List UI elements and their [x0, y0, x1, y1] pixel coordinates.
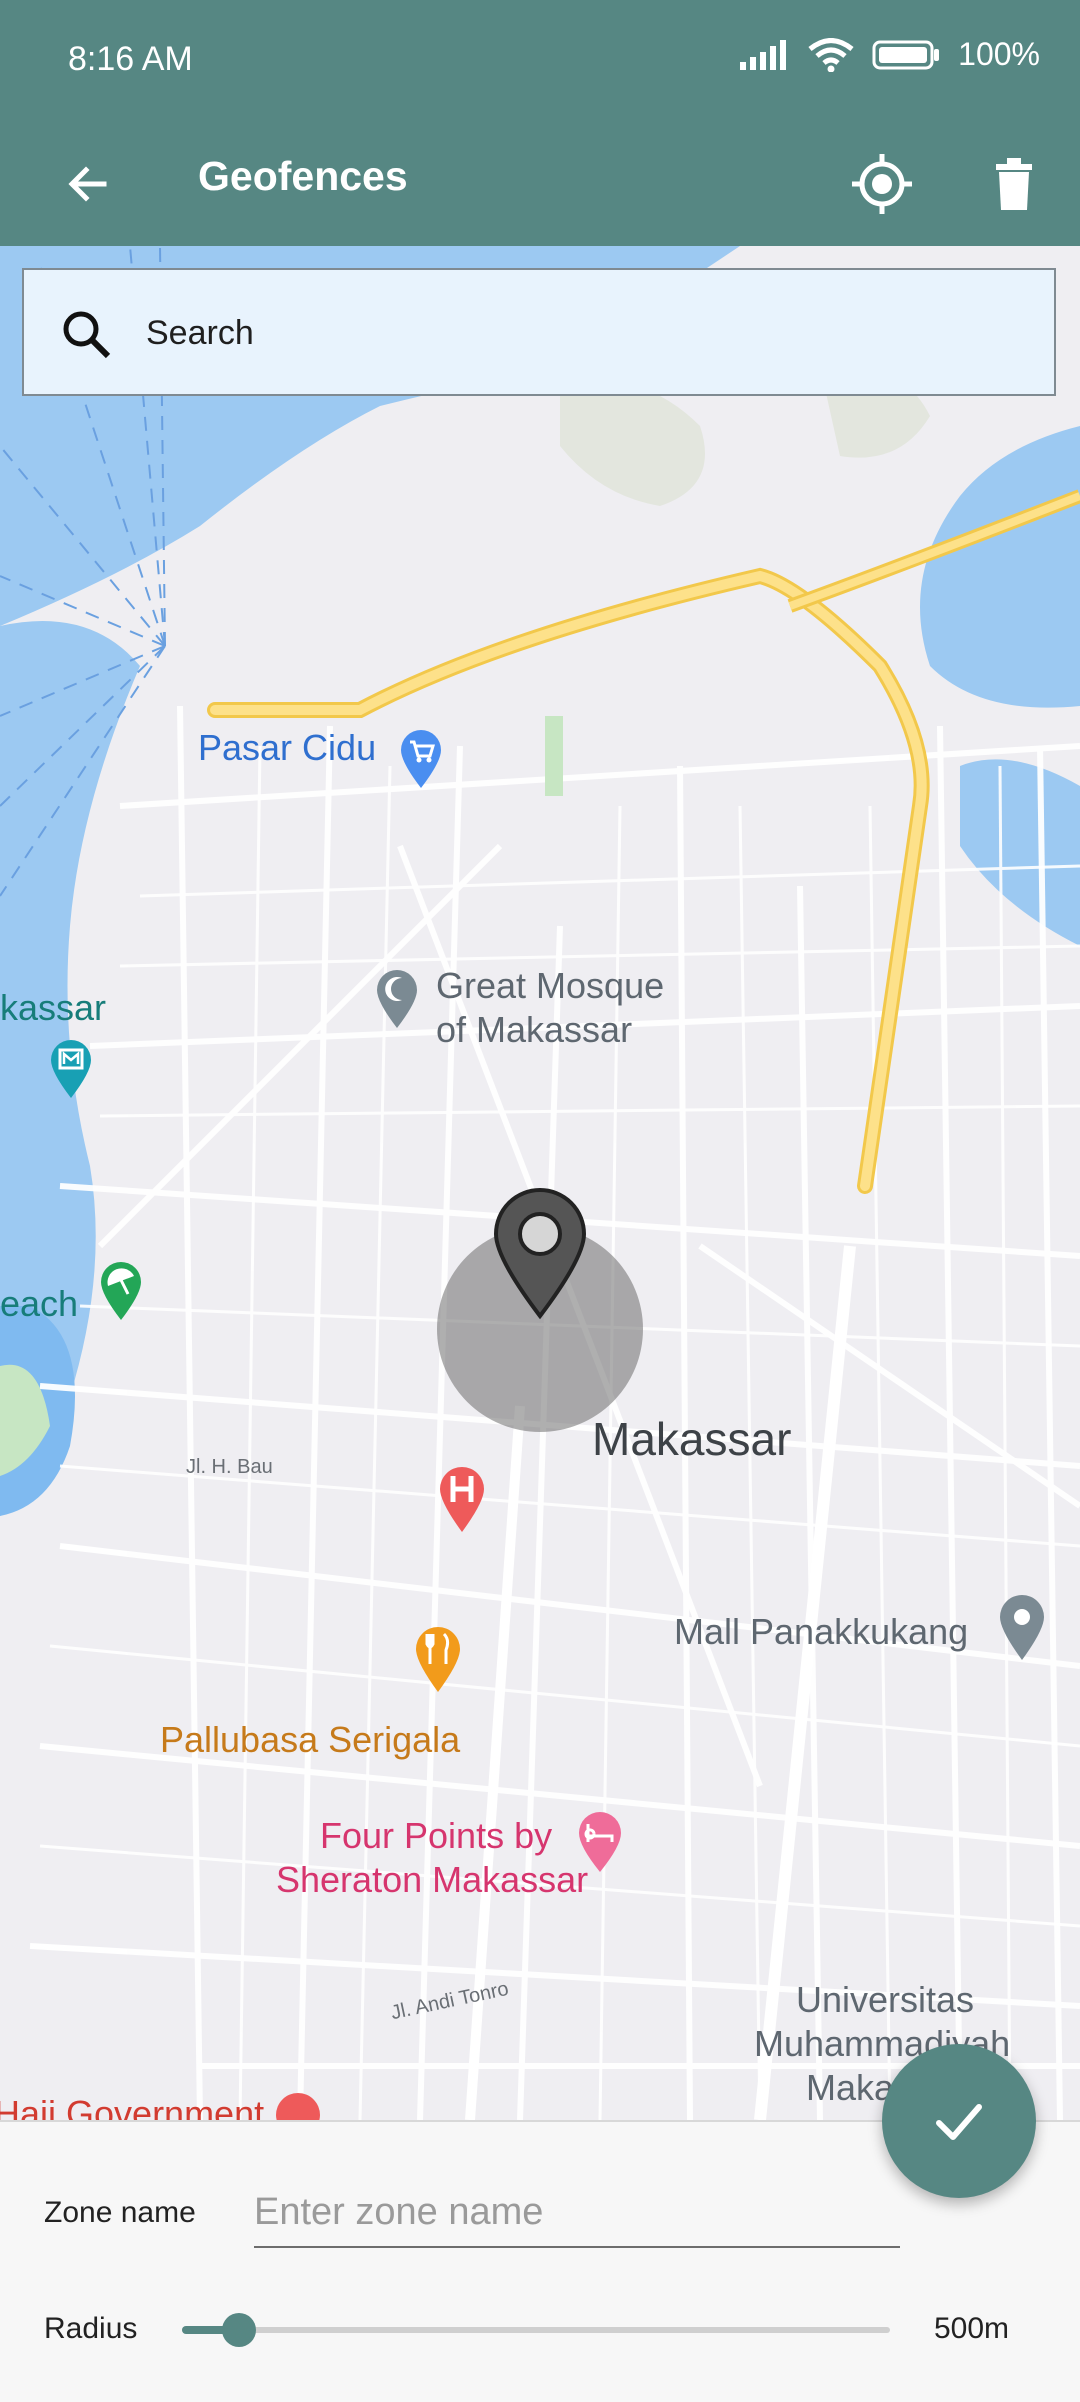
poi-label-univ-1: Universitas [796, 1979, 975, 2020]
battery-icon [872, 40, 940, 69]
poi-label-mosque-2: of Makassar [436, 1009, 633, 1050]
my-location-button[interactable] [838, 140, 926, 228]
place-icon[interactable] [994, 1590, 1050, 1662]
poi-label-mall: Mall Panakkukang [674, 1611, 969, 1652]
arrow-back-icon [68, 166, 107, 202]
hospital-icon[interactable] [434, 1462, 490, 1534]
poi-label-univ-3: Maka [806, 2067, 895, 2108]
signal-icon [740, 39, 787, 70]
shopping-cart-icon[interactable] [396, 726, 446, 790]
poi-label-pasar-cidu: Pasar Cidu [198, 727, 377, 768]
hospital-icon-2[interactable] [270, 2088, 326, 2120]
status-time: 8:16 AM [68, 40, 193, 78]
poi-label-pallubasa: Pallubasa Serigala [160, 1719, 461, 1760]
trash-icon [996, 158, 1032, 210]
city-label: Makassar [592, 1413, 792, 1465]
status-bar: 8:16 AM 100% [0, 0, 1080, 120]
search-input[interactable] [144, 300, 1028, 366]
restaurant-icon[interactable] [410, 1622, 466, 1694]
check-icon [936, 2104, 982, 2140]
battery-percent: 100% [958, 36, 1040, 72]
my-location-icon [852, 154, 912, 214]
map-pin-icon[interactable] [490, 1188, 590, 1320]
wifi-icon [808, 37, 854, 72]
delete-button[interactable] [970, 140, 1058, 228]
search-bar[interactable] [22, 268, 1056, 396]
back-button[interactable] [44, 140, 132, 228]
status-icons: 100% [740, 36, 1040, 73]
search-icon [63, 311, 111, 359]
radius-label: Radius [44, 2312, 138, 2345]
zone-name-input[interactable] [254, 2178, 900, 2248]
poi-label-beach: each [0, 1283, 79, 1324]
radius-slider-track[interactable] [182, 2327, 890, 2333]
radius-slider-thumb[interactable] [221, 2313, 256, 2347]
radius-value: 500m [934, 2312, 1010, 2345]
poi-label-kassar: kassar [0, 987, 107, 1028]
poi-label-haji: Haji Government [0, 2093, 265, 2120]
poi-label-mosque-1: Great Mosque [436, 965, 665, 1006]
confirm-button[interactable] [882, 2044, 1036, 2198]
page-title: Geofences [198, 153, 408, 199]
mosque-icon[interactable] [372, 966, 422, 1030]
hotel-icon[interactable] [574, 1808, 626, 1874]
app-bar: Geofences [0, 120, 1080, 246]
street-label-bau: Jl. H. Bau [186, 1456, 273, 1478]
poi-label-four-points-2: Sheraton Makassar [276, 1859, 589, 1900]
poi-label-four-points-1: Four Points by [320, 1815, 553, 1856]
map-view[interactable]: Pasar Cidu Great Mosque of Makassar kass… [0, 246, 1080, 2120]
zone-name-label: Zone name [44, 2196, 196, 2229]
museum-icon[interactable] [46, 1036, 96, 1100]
beach-icon[interactable] [96, 1258, 146, 1322]
